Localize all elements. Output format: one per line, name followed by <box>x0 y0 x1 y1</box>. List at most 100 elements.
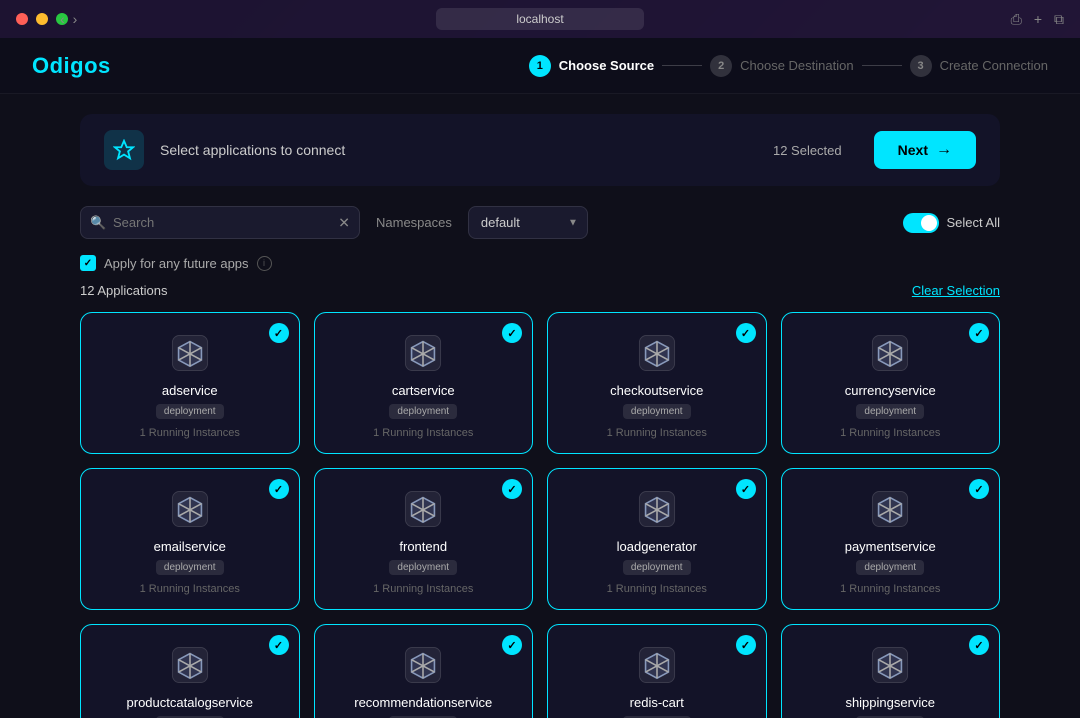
app-badge: deployment <box>856 404 924 419</box>
selected-count: 12 Selected <box>773 143 842 158</box>
select-all-label: Select All <box>947 215 1000 230</box>
future-apps-label: Apply for any future apps <box>104 256 249 271</box>
url-text: localhost <box>516 12 563 26</box>
app-instances: 1 Running Instances <box>140 427 240 439</box>
app-badge: deployment <box>156 404 224 419</box>
minimize-dot[interactable] <box>36 13 48 25</box>
app-card-checkmark: ✓ <box>969 479 989 499</box>
app-card[interactable]: ✓ adservice deployment 1 Running Instanc… <box>80 312 300 454</box>
apps-header-row: 12 Applications Clear Selection <box>80 283 1000 298</box>
apps-count: 12 Applications <box>80 283 167 298</box>
step-1[interactable]: 1 Choose Source <box>529 55 654 77</box>
app-card[interactable]: ✓ paymentservice deployment 1 Running In… <box>781 468 1001 610</box>
stepper: 1 Choose Source 2 Choose Destination 3 C… <box>529 55 1048 77</box>
app-instances: 1 Running Instances <box>607 427 707 439</box>
select-all-toggle[interactable] <box>903 213 939 233</box>
app-window: Odigos 1 Choose Source 2 Choose Destinat… <box>0 38 1080 718</box>
app-card-checkmark: ✓ <box>502 323 522 343</box>
close-dot[interactable] <box>16 13 28 25</box>
app-instances: 1 Running Instances <box>840 427 940 439</box>
app-badge: deployment <box>389 404 457 419</box>
controls-row: 🔍 ✕ Namespaces default kube-system monit… <box>80 206 1000 239</box>
next-arrow-icon: → <box>936 141 952 159</box>
app-card-checkmark: ✓ <box>736 479 756 499</box>
namespace-label: Namespaces <box>376 215 452 230</box>
namespace-select[interactable]: default kube-system monitoring <box>468 206 588 239</box>
step-2-label: Choose Destination <box>740 58 853 73</box>
search-icon: 🔍 <box>90 215 106 231</box>
step-3-num: 3 <box>910 55 932 77</box>
top-card-title: Select applications to connect <box>160 142 757 158</box>
checkmark-icon: ✓ <box>84 258 92 269</box>
app-card[interactable]: ✓ frontend deployment 1 Running Instance… <box>314 468 534 610</box>
titlebar: ‹ › localhost ⎙ + ⧉ <box>0 0 1080 38</box>
search-clear-button[interactable]: ✕ <box>338 214 350 231</box>
back-button[interactable]: ‹ <box>60 11 65 27</box>
app-icon <box>868 643 912 687</box>
forward-button[interactable]: › <box>73 11 78 27</box>
app-name: productcatalogservice <box>127 695 253 710</box>
plus-icon[interactable]: + <box>1034 11 1042 28</box>
step-2[interactable]: 2 Choose Destination <box>710 55 853 77</box>
app-card[interactable]: ✓ productcatalogservice deployment 1 Run… <box>80 624 300 718</box>
app-card[interactable]: ✓ redis-cart deployment 1 Running Instan… <box>547 624 767 718</box>
app-icon <box>635 487 679 531</box>
step-connector-1 <box>662 65 702 66</box>
next-label: Next <box>898 142 928 158</box>
future-apps-checkbox[interactable]: ✓ <box>80 255 96 271</box>
app-card[interactable]: ✓ currencyservice deployment 1 Running I… <box>781 312 1001 454</box>
step-connector-2 <box>862 65 902 66</box>
info-icon[interactable]: i <box>257 256 272 271</box>
app-card-checkmark: ✓ <box>502 635 522 655</box>
app-icon <box>868 487 912 531</box>
url-bar[interactable]: localhost <box>436 8 643 30</box>
app-card-checkmark: ✓ <box>969 635 989 655</box>
clear-selection-button[interactable]: Clear Selection <box>912 283 1000 298</box>
app-icon <box>401 331 445 375</box>
app-icon <box>635 643 679 687</box>
app-badge: deployment <box>389 560 457 575</box>
app-card[interactable]: ✓ emailservice deployment 1 Running Inst… <box>80 468 300 610</box>
app-instances: 1 Running Instances <box>840 583 940 595</box>
logo: Odigos <box>32 53 111 79</box>
app-instances: 1 Running Instances <box>373 583 473 595</box>
step-3-label: Create Connection <box>940 58 1048 73</box>
app-name: frontend <box>399 539 447 554</box>
app-card-checkmark: ✓ <box>502 479 522 499</box>
search-input[interactable] <box>80 206 360 239</box>
app-icon <box>868 331 912 375</box>
app-name: checkoutservice <box>610 383 703 398</box>
step-3[interactable]: 3 Create Connection <box>910 55 1048 77</box>
app-card[interactable]: ✓ recommendationservice deployment 1 Run… <box>314 624 534 718</box>
top-card: Select applications to connect 12 Select… <box>80 114 1000 186</box>
namespace-wrapper: default kube-system monitoring ▼ <box>468 206 588 239</box>
app-card-checkmark: ✓ <box>269 479 289 499</box>
app-name: paymentservice <box>845 539 936 554</box>
app-card[interactable]: ✓ checkoutservice deployment 1 Running I… <box>547 312 767 454</box>
share-icon[interactable]: ⎙ <box>1011 11 1022 28</box>
top-card-icon <box>104 130 144 170</box>
app-icon <box>168 487 212 531</box>
app-badge: deployment <box>856 560 924 575</box>
app-card-checkmark: ✓ <box>736 635 756 655</box>
app-icon <box>168 643 212 687</box>
step-1-num: 1 <box>529 55 551 77</box>
app-card[interactable]: ✓ cartservice deployment 1 Running Insta… <box>314 312 534 454</box>
search-wrapper: 🔍 ✕ <box>80 206 360 239</box>
select-all-wrapper: Select All <box>903 213 1000 233</box>
next-button[interactable]: Next → <box>874 131 976 169</box>
app-name: currencyservice <box>845 383 936 398</box>
app-card[interactable]: ✓ loadgenerator deployment 1 Running Ins… <box>547 468 767 610</box>
checkbox-row: ✓ Apply for any future apps i <box>80 255 1000 271</box>
tabs-icon[interactable]: ⧉ <box>1054 11 1064 28</box>
app-name: loadgenerator <box>617 539 697 554</box>
app-badge: deployment <box>623 404 691 419</box>
app-card-checkmark: ✓ <box>736 323 756 343</box>
app-name: emailservice <box>154 539 226 554</box>
apps-grid: ✓ adservice deployment 1 Running Instanc… <box>80 312 1000 718</box>
app-instances: 1 Running Instances <box>607 583 707 595</box>
app-card[interactable]: ✓ shippingservice deployment 1 Running I… <box>781 624 1001 718</box>
app-instances: 1 Running Instances <box>140 583 240 595</box>
browser-nav: ‹ › <box>60 11 77 27</box>
step-1-label: Choose Source <box>559 58 654 73</box>
